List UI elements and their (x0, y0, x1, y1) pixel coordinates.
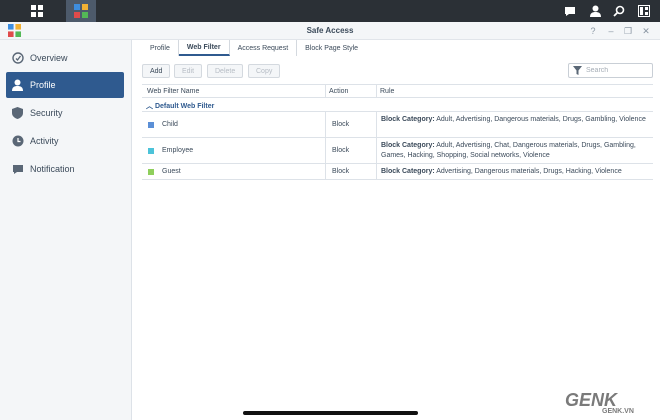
sidebar-item-label: Security (30, 108, 63, 118)
safe-access-app-icon (74, 4, 88, 18)
profile-icon (11, 79, 24, 92)
rule-label: Block Category: (381, 116, 435, 123)
row-action: Block (332, 168, 350, 175)
tab-web-filter[interactable]: Web Filter (178, 40, 230, 56)
row-rule: Block Category: Adult, Advertising, Dang… (381, 115, 651, 125)
safe-access-taskbar-button[interactable] (66, 0, 96, 22)
table-row[interactable]: Child Block Block Category: Adult, Adver… (142, 112, 653, 138)
overview-icon (11, 52, 24, 65)
chevron-up-icon: ︿ (146, 103, 153, 110)
sidebar-item-security[interactable]: Security (6, 101, 124, 125)
sidebar-item-label: Overview (30, 53, 68, 63)
genk-watermark-site: GENK.VN (602, 408, 634, 415)
search-input[interactable] (586, 67, 650, 74)
search-box[interactable] (568, 63, 653, 78)
activity-icon (11, 135, 24, 148)
copy-button[interactable]: Copy (248, 64, 281, 78)
column-header-name[interactable]: Web Filter Name (147, 88, 199, 95)
row-name: Employee (162, 147, 194, 154)
table-row[interactable]: Employee Block Block Category: Adult, Ad… (142, 138, 653, 164)
group-header[interactable]: ︿ Default Web Filter (142, 98, 653, 112)
row-rule: Block Category: Advertising, Dangerous m… (381, 167, 651, 177)
column-header-rule[interactable]: Rule (380, 88, 394, 95)
help-icon[interactable]: ? (586, 24, 600, 38)
sidebar-item-notification[interactable]: Notification (6, 157, 124, 181)
column-divider (376, 138, 377, 163)
minimize-icon[interactable]: – (604, 24, 618, 38)
rule-label: Block Category: (381, 168, 435, 175)
sidebar-item-overview[interactable]: Overview (6, 46, 124, 70)
user-icon[interactable] (585, 0, 605, 22)
sidebar-item-label: Notification (30, 164, 75, 174)
group-name: Default Web Filter (154, 103, 215, 110)
color-swatch (148, 122, 154, 128)
sidebar-item-activity[interactable]: Activity (6, 129, 124, 153)
row-action: Block (332, 147, 350, 154)
delete-button[interactable]: Delete (207, 64, 244, 78)
notification-icon (11, 163, 24, 176)
tab-bar: Profile Web Filter Access Request Block … (142, 40, 366, 56)
restore-icon[interactable]: ❐ (621, 24, 635, 38)
grid-icon (31, 5, 43, 17)
tab-block-page-style[interactable]: Block Page Style (297, 40, 366, 56)
shield-icon (11, 107, 24, 120)
main-menu-button[interactable] (22, 0, 52, 22)
row-name: Guest (162, 168, 181, 175)
rule-label: Block Category: (381, 142, 435, 149)
column-divider (376, 112, 377, 137)
filter-icon (573, 66, 582, 75)
edit-button[interactable]: Edit (174, 64, 203, 78)
add-button[interactable]: Add (142, 64, 171, 78)
window-titlebar: Safe Access ? – ❐ ✕ (0, 22, 660, 40)
taskbar (0, 0, 660, 22)
grid-header: Web Filter Name Action Rule (142, 84, 653, 98)
tab-access-request[interactable]: Access Request (230, 40, 298, 56)
chat-icon[interactable] (560, 0, 580, 22)
search-icon[interactable] (609, 0, 629, 22)
rule-text: Advertising, Dangerous materials, Drugs,… (436, 168, 622, 175)
color-swatch (148, 148, 154, 154)
home-indicator[interactable] (243, 411, 418, 415)
close-icon[interactable]: ✕ (639, 24, 653, 38)
column-divider (325, 138, 326, 163)
column-divider (376, 85, 377, 98)
sidebar-item-profile[interactable]: Profile (6, 72, 124, 98)
rule-text: Adult, Advertising, Dangerous materials,… (436, 116, 646, 123)
row-action: Block (332, 121, 350, 128)
row-rule: Block Category: Adult, Advertising, Chat… (381, 141, 651, 161)
widgets-icon[interactable] (634, 0, 654, 22)
column-divider (376, 164, 377, 179)
sidebar: Overview Profile Security Activity Notif… (0, 40, 132, 420)
column-divider (325, 85, 326, 98)
column-header-action[interactable]: Action (329, 88, 348, 95)
table-row[interactable]: Guest Block Block Category: Advertising,… (142, 164, 653, 180)
web-filter-grid: Web Filter Name Action Rule ︿ Default We… (142, 84, 653, 180)
row-name: Child (162, 121, 178, 128)
group-label: ︿ Default Web Filter (146, 101, 214, 111)
column-divider (325, 112, 326, 137)
window-title: Safe Access (306, 26, 354, 35)
tab-profile[interactable]: Profile (142, 40, 179, 56)
sidebar-item-label: Profile (30, 80, 56, 90)
sidebar-item-label: Activity (30, 136, 59, 146)
column-divider (325, 164, 326, 179)
color-swatch (148, 169, 154, 175)
